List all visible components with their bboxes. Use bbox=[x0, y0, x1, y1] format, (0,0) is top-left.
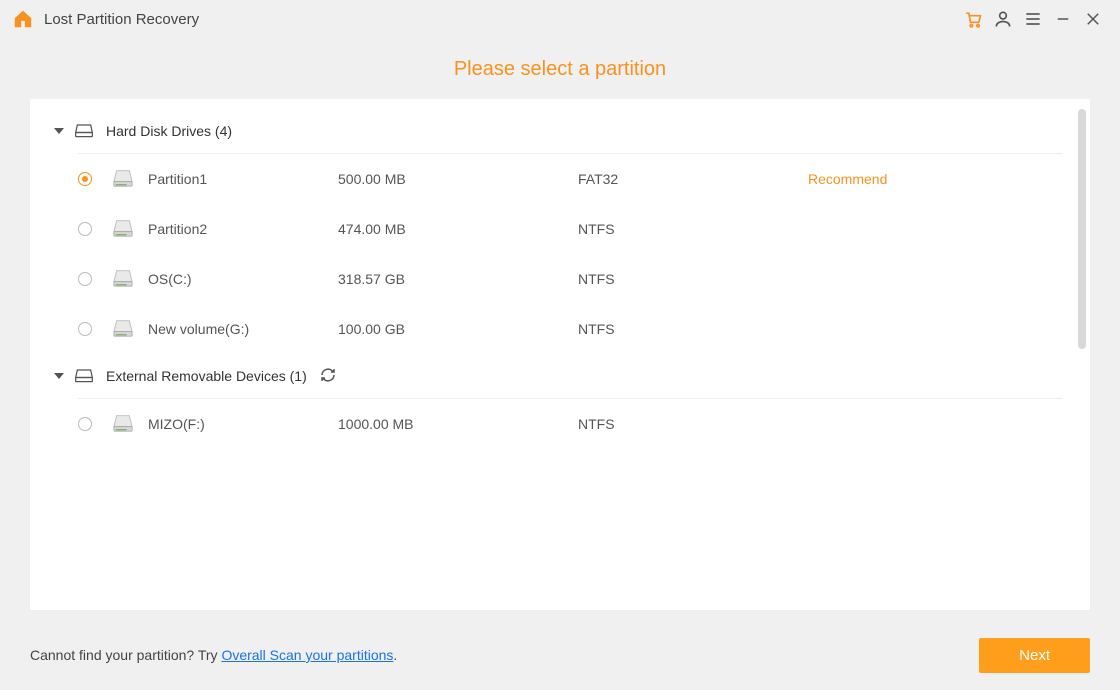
partition-name: New volume(G:) bbox=[148, 321, 338, 337]
scrollbar-thumb[interactable] bbox=[1078, 109, 1086, 349]
footer-text: Cannot find your partition? Try Overall … bbox=[30, 647, 397, 663]
partition-panel: Hard Disk Drives (4) Partition1 500.00 M… bbox=[30, 99, 1090, 610]
partition-row[interactable]: Partition1 500.00 MB FAT32 Recommend bbox=[50, 154, 1062, 204]
partition-size: 100.00 GB bbox=[338, 321, 578, 337]
home-icon[interactable] bbox=[12, 8, 34, 30]
overall-scan-link[interactable]: Overall Scan your partitions bbox=[221, 647, 393, 663]
footer-suffix: . bbox=[393, 647, 397, 663]
page-heading: Please select a partition bbox=[0, 38, 1120, 99]
section-header-external[interactable]: External Removable Devices (1) bbox=[50, 354, 1062, 398]
titlebar: Lost Partition Recovery bbox=[0, 0, 1120, 38]
refresh-icon[interactable] bbox=[319, 366, 337, 387]
partition-row[interactable]: Partition2 474.00 MB NTFS bbox=[50, 204, 1062, 254]
partition-fs: NTFS bbox=[578, 416, 808, 432]
footer-prefix: Cannot find your partition? Try bbox=[30, 647, 221, 663]
partition-fs: NTFS bbox=[578, 221, 808, 237]
cart-icon[interactable] bbox=[958, 4, 988, 34]
drive-icon bbox=[112, 218, 134, 241]
radio-button[interactable] bbox=[78, 172, 92, 186]
next-button[interactable]: Next bbox=[979, 638, 1090, 673]
partition-size: 1000.00 MB bbox=[338, 416, 578, 432]
partition-name: OS(C:) bbox=[148, 271, 338, 287]
menu-icon[interactable] bbox=[1018, 4, 1048, 34]
drive-icon bbox=[112, 318, 134, 341]
partition-size: 474.00 MB bbox=[338, 221, 578, 237]
partition-size: 500.00 MB bbox=[338, 171, 578, 187]
partition-name: Partition1 bbox=[148, 171, 338, 187]
section-header-hdd[interactable]: Hard Disk Drives (4) bbox=[50, 109, 1062, 153]
user-icon[interactable] bbox=[988, 4, 1018, 34]
external-drive-section-icon bbox=[74, 366, 94, 387]
partition-row[interactable]: OS(C:) 318.57 GB NTFS bbox=[50, 254, 1062, 304]
section-label: Hard Disk Drives (4) bbox=[106, 123, 232, 139]
drive-icon bbox=[112, 268, 134, 291]
partition-name: MIZO(F:) bbox=[148, 416, 338, 432]
partition-row[interactable]: New volume(G:) 100.00 GB NTFS bbox=[50, 304, 1062, 354]
partition-size: 318.57 GB bbox=[338, 271, 578, 287]
close-button[interactable] bbox=[1078, 4, 1108, 34]
partition-name: Partition2 bbox=[148, 221, 338, 237]
radio-button[interactable] bbox=[78, 272, 92, 286]
hard-drive-section-icon bbox=[74, 121, 94, 142]
chevron-down-icon bbox=[54, 128, 64, 134]
radio-button[interactable] bbox=[78, 417, 92, 431]
partition-fs: NTFS bbox=[578, 271, 808, 287]
radio-button[interactable] bbox=[78, 222, 92, 236]
drive-icon bbox=[112, 168, 134, 191]
recommend-tag: Recommend bbox=[808, 171, 887, 187]
footer: Cannot find your partition? Try Overall … bbox=[0, 620, 1120, 690]
partition-row[interactable]: MIZO(F:) 1000.00 MB NTFS bbox=[50, 399, 1062, 449]
radio-button[interactable] bbox=[78, 322, 92, 336]
drive-icon bbox=[112, 413, 134, 436]
partition-fs: FAT32 bbox=[578, 171, 808, 187]
window-title: Lost Partition Recovery bbox=[44, 11, 199, 28]
partition-fs: NTFS bbox=[578, 321, 808, 337]
chevron-down-icon bbox=[54, 373, 64, 379]
minimize-button[interactable] bbox=[1048, 4, 1078, 34]
section-label: External Removable Devices (1) bbox=[106, 368, 307, 384]
